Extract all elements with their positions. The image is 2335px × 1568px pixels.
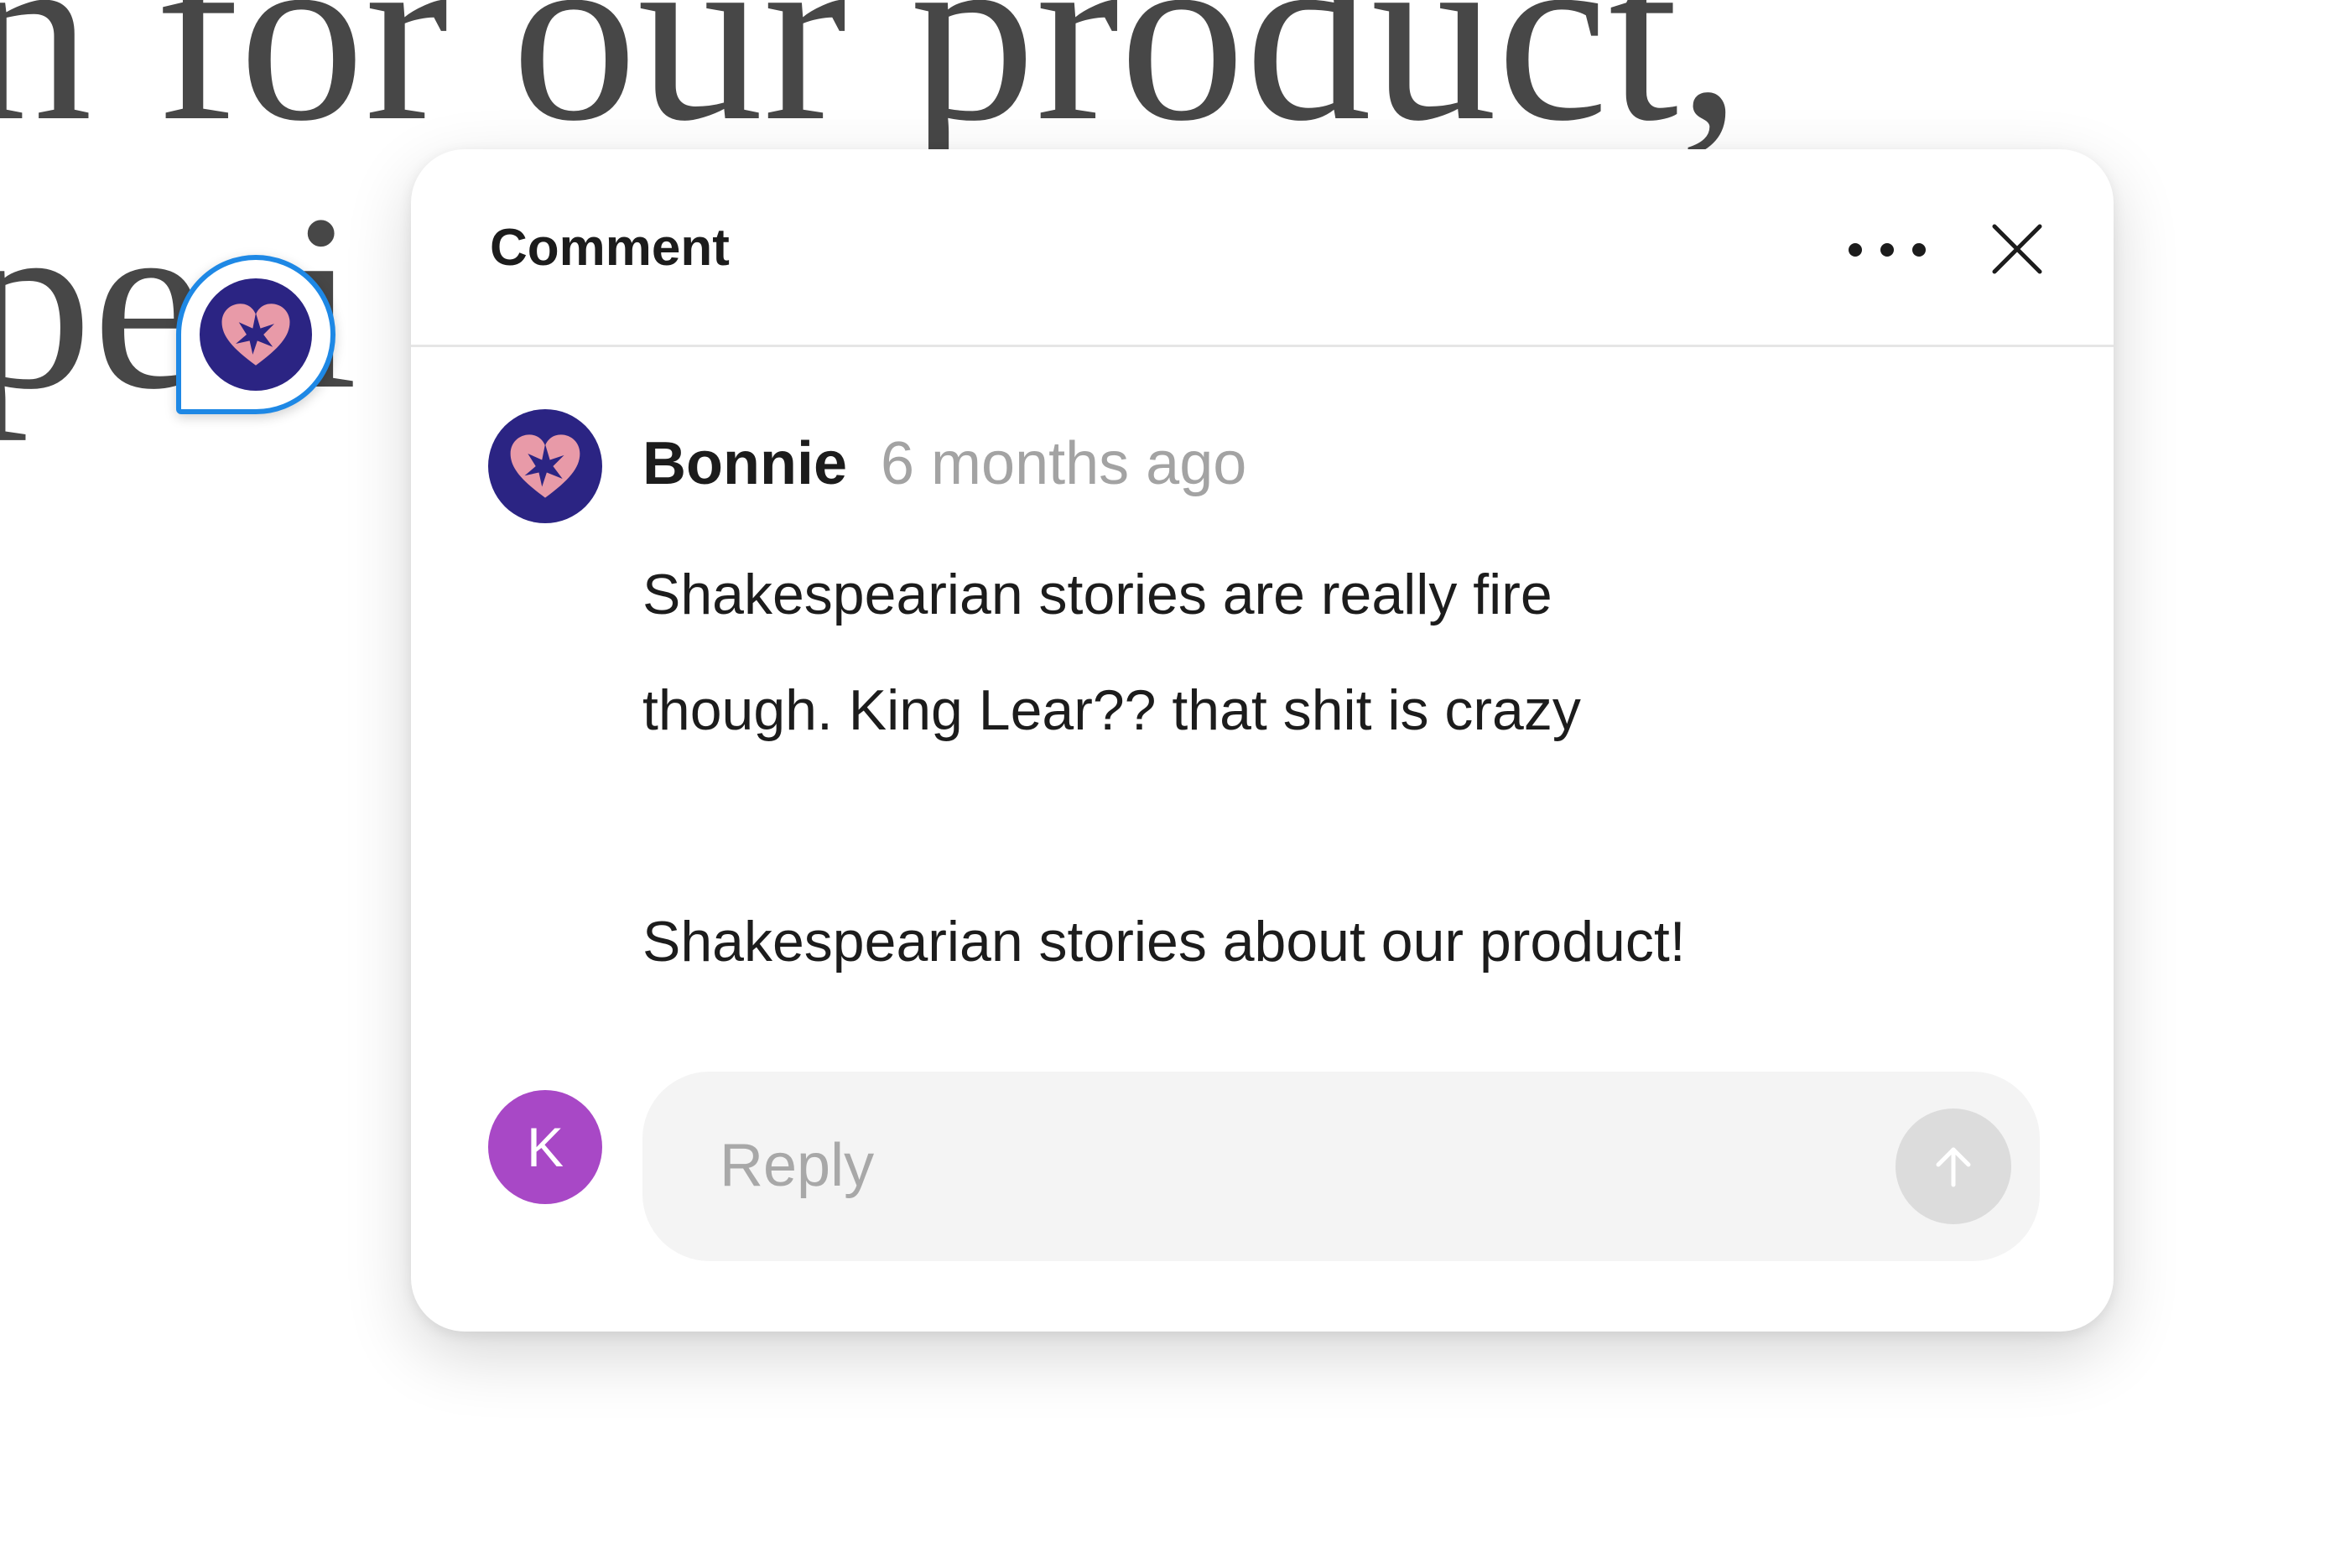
more-dots-icon-dot [1880, 243, 1894, 257]
heading-line-1: n for our product, [0, 0, 1742, 173]
comment-timestamp: 6 months ago [881, 430, 1247, 497]
arrow-up-icon [1936, 1147, 1971, 1187]
heart-star-icon [221, 304, 290, 366]
more-dots-icon-dot [1912, 243, 1926, 257]
comment-header: Comment [411, 149, 2114, 347]
close-button[interactable] [1971, 203, 2063, 295]
more-options-button[interactable] [1837, 208, 1937, 292]
close-icon [1992, 224, 2042, 274]
reply-input[interactable] [720, 1124, 1810, 1207]
avatar [200, 278, 312, 391]
comment-text-line: Shakespearian stories are really fire [642, 563, 1552, 626]
comment-pin-marker[interactable] [176, 255, 335, 414]
current-user-avatar: K [488, 1090, 602, 1204]
comment-popover: Comment Bonnie 6 months ago Shakespearia… [411, 149, 2114, 1332]
comment-author: Bonnie [642, 430, 847, 497]
more-dots-icon [1849, 243, 1862, 257]
comment-text: Shakespearian stories are really fire th… [642, 537, 1951, 999]
heart-star-icon [510, 434, 580, 498]
author-avatar[interactable] [488, 409, 602, 523]
send-reply-button[interactable] [1896, 1109, 2011, 1224]
reply-composer[interactable] [642, 1072, 2040, 1261]
comment-text-line: though. King Lear?? that shit is crazy [642, 678, 1581, 742]
comment-text-line: Shakespearian stories about our product! [642, 910, 1686, 974]
comment-title: Comment [490, 219, 730, 277]
